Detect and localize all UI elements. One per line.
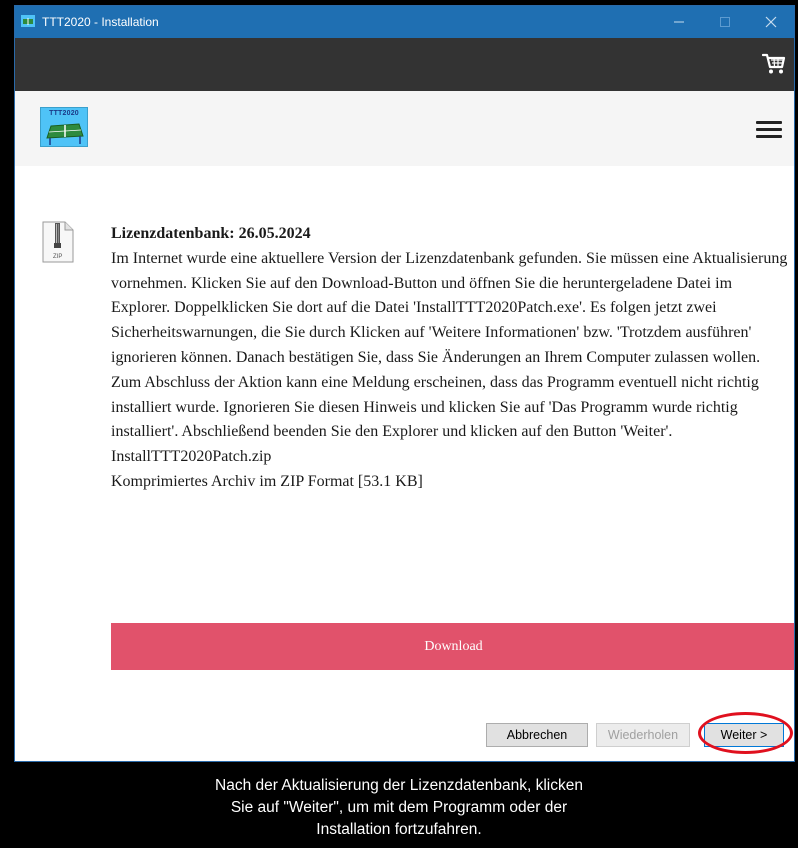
caption-line: Sie auf "Weiter", um mit dem Programm od… (230, 799, 568, 816)
next-button[interactable]: Weiter > (704, 723, 784, 747)
file-info: Komprimiertes Archiv im ZIP Format [53.1… (111, 472, 423, 490)
shopping-cart-icon[interactable] (762, 53, 786, 75)
maximize-button[interactable] (702, 6, 748, 38)
download-button[interactable]: Download (111, 623, 794, 670)
caption-line: Installation fortzufahren. (316, 821, 482, 838)
minimize-icon (674, 21, 684, 23)
cancel-button[interactable]: Abbrechen (486, 723, 588, 747)
retry-button[interactable]: Wiederholen (596, 723, 690, 747)
close-icon (765, 16, 777, 28)
window-title: TTT2020 - Installation (42, 15, 159, 29)
close-button[interactable] (748, 6, 794, 38)
app-icon (21, 15, 35, 27)
logo-text: TTT2020 (49, 110, 79, 117)
installer-window: TTT2020 - Installation TTT2020 ZIP Lizen… (14, 5, 795, 762)
license-heading: Lizenzdatenbank: 26.05.2024 (111, 225, 311, 242)
zip-file-icon: ZIP (42, 221, 74, 263)
maximize-icon (720, 17, 730, 27)
logo[interactable]: TTT2020 (40, 107, 88, 147)
hamburger-menu-icon[interactable] (756, 121, 782, 139)
ping-pong-table-icon (46, 123, 84, 145)
minimize-button[interactable] (656, 6, 702, 38)
file-name: InstallTTT2020Patch.zip (111, 448, 272, 466)
instruction-caption: Nach der Aktualisierung der Lizenzdatenb… (0, 775, 798, 841)
svg-text:ZIP: ZIP (53, 254, 62, 260)
title-bar[interactable]: TTT2020 - Installation (15, 6, 794, 38)
content-area: Lizenzdatenbank: 26.05.2024 Im Internet … (111, 222, 791, 495)
instructions-text: Im Internet wurde eine aktuellere Versio… (111, 249, 788, 441)
caption-line: Nach der Aktualisierung der Lizenzdatenb… (215, 777, 583, 794)
nav-bar: TTT2020 (15, 91, 794, 166)
top-bar (15, 38, 794, 91)
